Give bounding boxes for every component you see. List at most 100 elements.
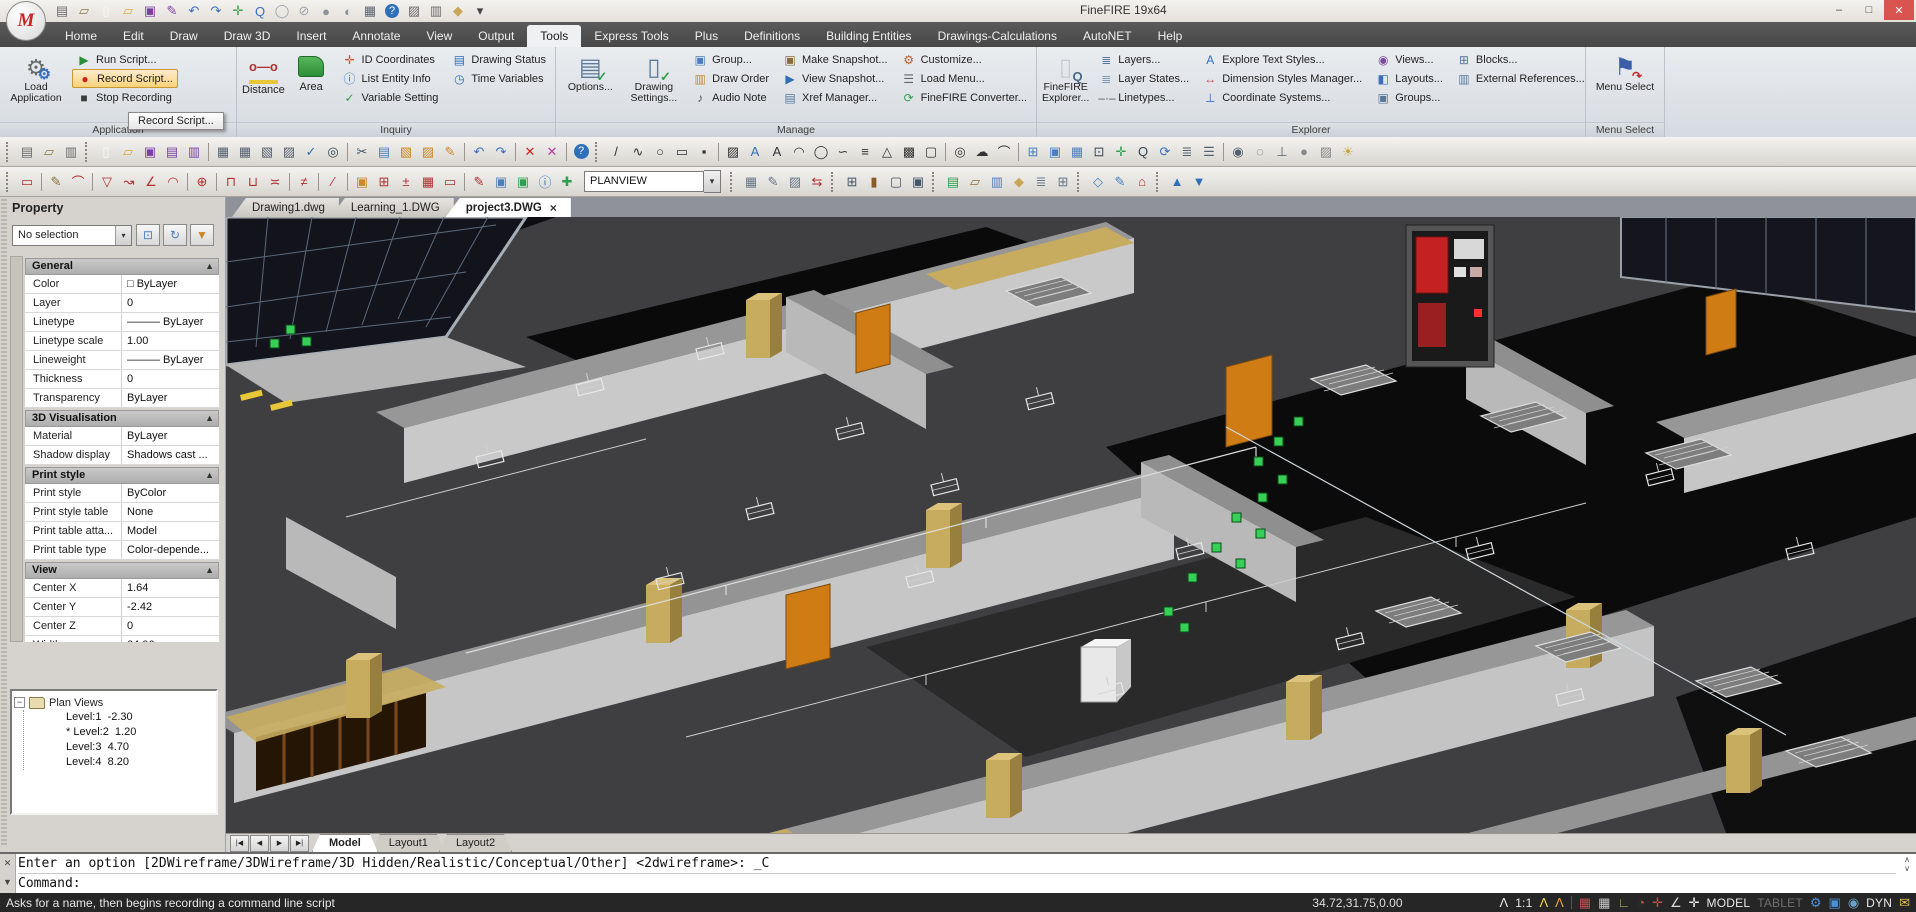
toolbar-grip[interactable]	[1156, 172, 1163, 192]
dim-slash-icon[interactable]: ≠	[293, 171, 315, 192]
annotation-visibility-icon[interactable]: Λ	[1539, 895, 1548, 910]
qat-new-file-icon[interactable]: ▯	[96, 2, 116, 20]
snap-toggle-icon[interactable]: ▦	[1579, 895, 1591, 911]
qat-sheetset-icon[interactable]: ▨	[404, 2, 424, 20]
tab-tools[interactable]: Tools	[527, 25, 581, 47]
import-acis-icon[interactable]: ▥	[183, 141, 205, 162]
make-snapshot-button[interactable]: ▣Make Snapshot...	[778, 50, 892, 69]
tree-item-level3[interactable]: Level:3 4.70	[24, 740, 214, 755]
bldg-box-icon[interactable]: ◆	[1008, 171, 1030, 192]
view-rotate-icon[interactable]: ◇	[1087, 171, 1109, 192]
dim-snap-icon[interactable]: ▽	[96, 171, 118, 192]
bldg-copy-icon[interactable]: ▥	[986, 171, 1008, 192]
wall-hatch-edit-icon[interactable]: ▨	[784, 171, 806, 192]
open-icon[interactable]: ▱	[117, 141, 139, 162]
dim-continue-icon[interactable]: ▭	[439, 171, 461, 192]
bld-sheet-icon[interactable]: ▥	[60, 141, 82, 162]
options-button[interactable]: ▤ ✓ Options...	[561, 50, 620, 121]
donut-icon[interactable]: ◎	[949, 141, 971, 162]
tab-annotate[interactable]: Annotate	[339, 25, 413, 47]
collapse-icon[interactable]: ▲	[205, 411, 214, 426]
stop-recording-button[interactable]: ■Stop Recording	[72, 88, 178, 107]
layout-nav-button[interactable]: ▶	[270, 835, 289, 852]
cut-icon[interactable]: ✂	[351, 141, 373, 162]
model-space-toggle[interactable]: MODEL	[1707, 896, 1751, 910]
gradient-icon[interactable]: ▩	[898, 141, 920, 162]
quick-select-button[interactable]: ⊡	[136, 224, 160, 246]
dim-angle-icon[interactable]: ∠	[140, 171, 162, 192]
qat-wireframe-sphere-icon[interactable]: ◯	[272, 2, 292, 20]
rectangle-icon[interactable]: ▭	[671, 141, 693, 162]
tab-autonet[interactable]: AutoNET	[1070, 25, 1145, 47]
minimize-button[interactable]: –	[1824, 0, 1854, 20]
tab-output[interactable]: Output	[465, 25, 527, 47]
otrack-toggle-icon[interactable]: ∠	[1670, 895, 1682, 911]
toolbar-grip[interactable]	[595, 142, 602, 162]
customize-button[interactable]: ⚙Customize...	[897, 50, 1031, 69]
view-pencil-icon[interactable]: ✎	[1109, 171, 1131, 192]
close-tab-icon[interactable]: ×	[550, 201, 557, 215]
toolbar-grip[interactable]	[932, 172, 939, 192]
tab-definitions[interactable]: Definitions	[731, 25, 813, 47]
opening-icon[interactable]: ▢	[885, 171, 907, 192]
drawing-settings-button[interactable]: ▯ ✓ Drawing Settings...	[625, 50, 684, 121]
external-references-button[interactable]: ▥External References...	[1452, 69, 1589, 88]
pan-icon[interactable]: ✛	[1110, 141, 1132, 162]
new-icon[interactable]: ▯	[95, 141, 117, 162]
tray-mail-icon[interactable]: ✉	[1899, 895, 1910, 911]
groups-button[interactable]: ▣Groups...	[1371, 88, 1447, 107]
bld-open-icon[interactable]: ▱	[38, 141, 60, 162]
arc-3point-icon[interactable]: ⌒	[993, 141, 1015, 162]
named-views-icon[interactable]: ◉	[1227, 141, 1249, 162]
model-tab[interactable]: Model	[312, 834, 378, 852]
dim-pencil-icon[interactable]: ✎	[45, 171, 67, 192]
annotation-autoscale-icon[interactable]: Λ	[1555, 895, 1564, 910]
section-header-print-style[interactable]: Print style ▲	[25, 467, 219, 484]
command-scrollbar[interactable]: ∧ ∨	[1900, 855, 1914, 873]
dim-wall-icon[interactable]: ▭	[16, 171, 38, 192]
coordinate-systems-button[interactable]: ⊥Coordinate Systems...	[1198, 88, 1366, 107]
qat-undo-icon[interactable]: ↶	[184, 2, 204, 20]
command-prompt-line[interactable]: Command:	[18, 874, 1896, 893]
zoom-realtime-icon[interactable]: Q	[1132, 141, 1154, 162]
dim-edit5-icon[interactable]: ✚	[556, 171, 578, 192]
qat-rendered-sphere-icon[interactable]: ◐	[338, 2, 358, 20]
ucs-icon[interactable]: ⊥	[1271, 141, 1293, 162]
toolbar-grip[interactable]	[730, 172, 737, 192]
multiline-icon[interactable]: ≡	[854, 141, 876, 162]
bldg-layers-icon[interactable]: ≣	[1030, 171, 1052, 192]
float-command-icon[interactable]: ▼	[3, 873, 12, 892]
export-acis-icon[interactable]: ▤	[161, 141, 183, 162]
tablet-toggle[interactable]: TABLET	[1757, 896, 1803, 910]
plot-icon[interactable]: ▦	[212, 141, 234, 162]
collapse-icon[interactable]: ▲	[205, 259, 214, 274]
spell-check-icon[interactable]: ✓	[300, 141, 322, 162]
dyn-toggle[interactable]: DYN	[1866, 896, 1892, 910]
tab-express-tools[interactable]: Express Tools	[581, 25, 681, 47]
select-objects-button[interactable]: ↻	[163, 224, 187, 246]
help-icon[interactable]: ?	[570, 141, 592, 162]
dim-center-icon[interactable]: ⊕	[191, 171, 213, 192]
id-coordinates-button[interactable]: ✛ID Coordinates	[338, 50, 443, 69]
drawing-status-button[interactable]: ▤Drawing Status	[447, 50, 550, 69]
toolbar-grip[interactable]	[831, 172, 838, 192]
globe-icon[interactable]: ◉	[1848, 895, 1859, 911]
variable-setting-button[interactable]: ✓Variable Setting	[338, 88, 443, 107]
paste-icon[interactable]: ▧	[395, 141, 417, 162]
layout2-tab[interactable]: Layout2	[439, 834, 512, 852]
dim-arc-icon[interactable]: ⌒	[67, 171, 89, 192]
palette-grip[interactable]	[1, 199, 7, 847]
qat-overflow-icon[interactable]: ▾	[470, 2, 490, 20]
layout-nav-button[interactable]: ◀	[250, 835, 269, 852]
group-button[interactable]: ▣Group...	[688, 50, 773, 69]
audio-note-button[interactable]: ♪Audio Note	[688, 88, 773, 107]
explore-text-styles-button[interactable]: AExplore Text Styles...	[1198, 50, 1366, 69]
tab-edit[interactable]: Edit	[110, 25, 157, 47]
save-icon[interactable]: ▣	[139, 141, 161, 162]
qat-save-icon[interactable]: ▣	[140, 2, 160, 20]
dim-vertical-icon[interactable]: ⊔	[242, 171, 264, 192]
tab-insert[interactable]: Insert	[283, 25, 339, 47]
view-name-input[interactable]: PLANVIEW	[584, 171, 704, 192]
run-script-button[interactable]: ▶Run Script...	[72, 50, 178, 69]
hatch-wall-icon[interactable]: ▦	[740, 171, 762, 192]
